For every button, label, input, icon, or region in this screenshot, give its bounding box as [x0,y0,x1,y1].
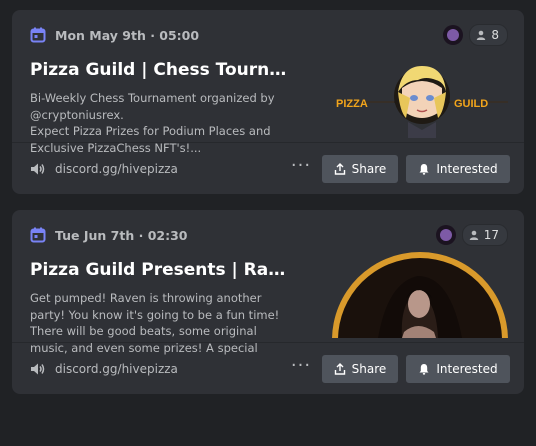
share-icon [334,362,345,375]
event-card[interactable]: Mon May 9th · 05:00 8 Pizza Guild | Ches… [12,10,524,194]
event-description: Bi-Weekly Chess Tournament organized by … [30,91,275,155]
event-meta: 17 [435,224,508,246]
event-location[interactable]: discord.gg/hivepizza [30,162,290,176]
bell-icon [419,163,429,175]
event-date: Mon May 9th · 05:00 [55,27,200,43]
attendee-count-badge[interactable]: 8 [469,24,508,46]
more-icon[interactable]: ··· [290,356,312,377]
banner-left-text: PIZZA [336,98,368,110]
event-banner-image [318,252,524,394]
attendee-count: 17 [483,228,499,242]
bell-icon [419,363,429,375]
interested-button[interactable]: Interested [406,154,510,183]
attendee-count: 8 [491,28,499,42]
banner-right-text: GUILD [454,98,488,110]
more-icon[interactable]: ··· [290,156,312,177]
interested-label: Interested [436,361,498,376]
event-location[interactable]: discord.gg/hivepizza [30,362,290,376]
person-icon [477,30,486,40]
host-avatar[interactable] [443,25,464,45]
event-title[interactable]: Pizza Guild Presents | Raven'... [30,260,290,280]
share-button[interactable]: Share [322,154,398,183]
calendar-icon [30,227,46,243]
event-date-row: Mon May 9th · 05:00 [30,26,508,44]
event-card[interactable]: Tue Jun 7th · 02:30 17 Pizza Guild Prese… [12,210,524,394]
interested-label: Interested [436,161,498,176]
attendee-count-badge[interactable]: 17 [461,224,508,246]
mic-icon [31,163,45,174]
event-location-link[interactable]: discord.gg/hivepizza [55,162,178,176]
event-location-link[interactable]: discord.gg/hivepizza [55,362,178,376]
event-banner-image: PIZZA GUILD [318,52,524,138]
calendar-icon [30,27,46,43]
interested-button[interactable]: Interested [406,354,510,383]
event-description: Get pumped! Raven is throwing another pa… [30,291,280,355]
event-meta: 8 [443,24,508,46]
host-avatar[interactable] [435,225,456,245]
event-date: Tue Jun 7th · 02:30 [55,227,188,243]
event-card-header: Mon May 9th · 05:00 8 Pizza Guild | Ches… [12,10,524,155]
event-card-header: Tue Jun 7th · 02:30 17 Pizza Guild Prese… [12,210,524,394]
share-label: Share [351,161,387,176]
event-title[interactable]: Pizza Guild | Chess Tournam... [30,60,290,80]
event-list: Mon May 9th · 05:00 8 Pizza Guild | Ches… [0,0,536,394]
person-icon [469,230,478,240]
share-button[interactable]: Share [322,354,398,383]
mic-icon [31,363,45,374]
share-label: Share [351,361,387,376]
share-icon [334,162,345,175]
